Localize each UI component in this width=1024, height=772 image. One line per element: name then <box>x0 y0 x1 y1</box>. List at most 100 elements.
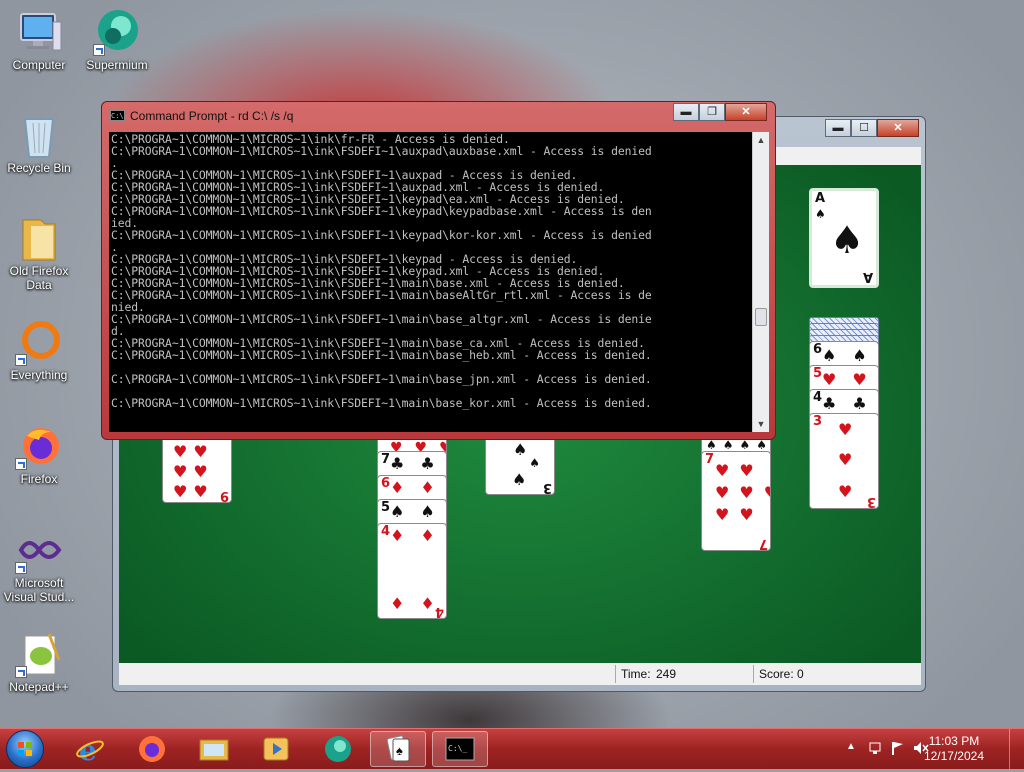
solitaire-caption-buttons: ▬ ☐ ✕ <box>825 119 919 137</box>
tableau-card[interactable]: ♠ ♠ ♠ 3 <box>485 431 555 495</box>
spade-icon: ♠ <box>815 207 826 221</box>
computer-icon <box>15 8 63 56</box>
card-rank: 6 <box>381 476 391 491</box>
time-value: 249 <box>656 667 677 681</box>
cmd-maximize-button[interactable]: ❐ <box>699 103 725 121</box>
heart-icon: ♥ <box>838 482 853 501</box>
card-rank: 3 <box>866 494 876 509</box>
solitaire-maximize-button[interactable]: ☐ <box>851 119 877 137</box>
taskbar-firefox[interactable] <box>124 731 180 767</box>
taskbar-command-prompt[interactable]: C:\_ <box>432 731 488 767</box>
supermium-icon <box>325 736 351 762</box>
card-rank: 3 <box>813 414 823 429</box>
heart-icon: ♥ <box>838 420 853 439</box>
everything-icon <box>15 318 63 366</box>
spade-icon: ♠ <box>830 218 865 262</box>
diamond-icon: ♦♦ <box>390 526 447 545</box>
card-rank: 4 <box>813 390 823 405</box>
desktop-icon-label: Supermium <box>86 58 148 72</box>
spade-icon: ♠ <box>529 456 540 470</box>
desktop-icon-label: Everything <box>10 368 68 382</box>
card-rank: A <box>815 191 826 206</box>
visual-studio-icon <box>15 526 63 574</box>
command-prompt-window[interactable]: C:\ Command Prompt - rd C:\ /s /q ▬ ❐ ✕ … <box>101 101 776 440</box>
system-tray: ▲ 11:03 PM 12/17/2024 <box>834 729 1024 769</box>
action-center-flag-icon[interactable] <box>890 740 906 756</box>
cmd-close-button[interactable]: ✕ <box>725 103 767 121</box>
desktop-icon-visual-studio[interactable]: Microsoft Visual Stud... <box>1 526 77 604</box>
card-rank: 5 <box>381 500 391 515</box>
svg-text:C:\_: C:\_ <box>448 744 467 753</box>
firefox-icon <box>139 736 165 762</box>
desktop-icon-label: Recycle Bin <box>7 161 71 175</box>
show-desktop-button[interactable] <box>1009 729 1024 769</box>
clock-date: 12/17/2024 <box>923 749 984 763</box>
taskbar-file-explorer[interactable] <box>186 731 242 767</box>
taskbar-media-player[interactable] <box>248 731 304 767</box>
taskbar-supermium[interactable] <box>310 731 366 767</box>
desktop-icon-supermium[interactable]: Supermium <box>79 8 155 72</box>
shortcut-arrow-icon <box>15 562 27 574</box>
desktop-icon-firefox[interactable]: Firefox <box>1 422 77 486</box>
clock-time: 11:03 PM <box>928 734 980 748</box>
shortcut-arrow-icon <box>15 666 27 678</box>
desktop-icon-label: Notepad++ <box>9 680 69 694</box>
taskbar-internet-explorer[interactable]: e <box>62 731 118 767</box>
desktop-icon-label: Firefox <box>20 472 58 486</box>
heart-icon: ♥♥ <box>822 370 879 389</box>
show-hidden-icons-icon[interactable]: ▲ <box>846 741 856 752</box>
console-output[interactable]: C:\PROGRA~1\COMMON~1\MICROS~1\ink\fr-FR … <box>109 132 752 432</box>
desktop-icon-recycle-bin[interactable]: Recycle Bin <box>1 111 77 175</box>
card-rank: 3 <box>542 480 552 495</box>
tableau-card[interactable]: 4 ♦♦ ♦♦ 4 <box>377 523 447 619</box>
command-prompt-icon: C:\_ <box>445 737 475 761</box>
card-rank: A <box>862 269 873 284</box>
desktop-icon-label: Old Firefox Data <box>9 264 69 292</box>
console-scrollbar[interactable]: ▲ ▼ <box>752 132 769 432</box>
spade-icon: ♠♠ <box>822 346 879 365</box>
desktop-icon-notepadpp[interactable]: Notepad++ <box>1 630 77 694</box>
supermium-icon <box>93 8 141 56</box>
scroll-down-arrow-icon[interactable]: ▼ <box>753 416 769 432</box>
desktop-icon-label: Computer <box>12 58 66 72</box>
desktop-icon-everything[interactable]: Everything <box>1 318 77 382</box>
folder-icon <box>15 214 63 262</box>
recycle-bin-icon <box>15 111 63 159</box>
tableau-card[interactable]: 7 ♥♥ ♥♥♥ ♥♥ 7 <box>701 451 771 551</box>
start-button[interactable] <box>6 730 44 768</box>
card-rank: 9 <box>219 488 229 503</box>
clock[interactable]: 11:03 PM 12/17/2024 <box>924 734 984 764</box>
taskbar-solitaire[interactable]: ♠ <box>370 731 426 767</box>
score-label: Score: <box>759 667 794 681</box>
scroll-thumb[interactable] <box>755 308 767 326</box>
shortcut-arrow-icon <box>15 458 27 470</box>
foundation-card[interactable]: A ♠ ♠ A <box>809 188 879 288</box>
network-icon[interactable] <box>868 740 884 756</box>
svg-text:♠: ♠ <box>396 743 403 758</box>
card-rank: 7 <box>705 452 715 467</box>
desktop-icon-label: Microsoft Visual Stud... <box>3 576 75 604</box>
shortcut-arrow-icon <box>15 354 27 366</box>
score-value: 0 <box>797 667 804 681</box>
tableau-card[interactable]: 3 ♥ ♥ ♥ 3 <box>809 413 879 509</box>
cmd-minimize-button[interactable]: ▬ <box>673 103 699 121</box>
diamond-icon: ♦♦ <box>390 478 447 497</box>
console-text: C:\PROGRA~1\COMMON~1\MICROS~1\ink\fr-FR … <box>111 132 652 410</box>
command-prompt-title: Command Prompt - rd C:\ /s /q <box>130 109 294 123</box>
windows-logo-icon <box>18 742 32 756</box>
time-label: Time: <box>621 667 651 681</box>
tableau-card[interactable]: ♥​♥​♥ ♥​♥​♥ ♥​♥​♥ 9 <box>162 431 232 503</box>
spade-icon: ♠♠ <box>390 502 447 521</box>
solitaire-minimize-button[interactable]: ▬ <box>825 119 851 137</box>
solitaire-close-button[interactable]: ✕ <box>877 119 919 137</box>
spade-icon: ♠ <box>513 440 528 459</box>
status-divider <box>753 665 754 683</box>
desktop-icon-old-firefox-data[interactable]: Old Firefox Data <box>1 214 77 292</box>
firefox-icon <box>15 422 63 470</box>
scroll-up-arrow-icon[interactable]: ▲ <box>753 132 769 148</box>
notepadpp-icon <box>15 630 63 678</box>
command-prompt-icon: C:\ <box>110 110 125 121</box>
solitaire-status-bar: Time: 249 Score: 0 <box>119 663 921 685</box>
desktop-icon-computer[interactable]: Computer <box>1 8 77 72</box>
club-icon: ♣♣ <box>822 394 879 413</box>
